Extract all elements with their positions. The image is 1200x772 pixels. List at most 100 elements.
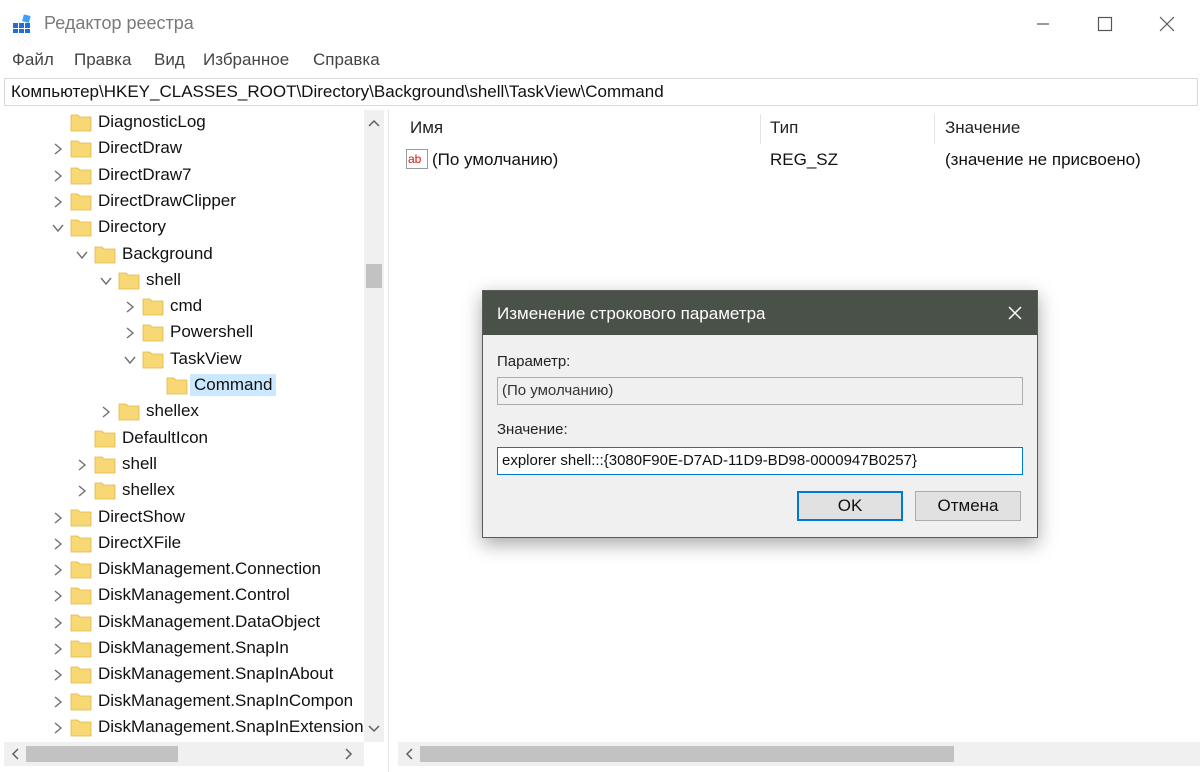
close-icon: [1159, 16, 1175, 32]
chevron-down-icon[interactable]: [124, 354, 136, 366]
scroll-down-icon[interactable]: [368, 724, 380, 734]
folder-icon: [94, 430, 116, 447]
column-type[interactable]: Тип: [770, 118, 798, 138]
tree-item[interactable]: DirectDraw7: [4, 163, 362, 189]
tree-item-label: TaskView: [170, 348, 242, 368]
chevron-right-icon[interactable]: [52, 564, 64, 576]
chevron-right-icon[interactable]: [124, 301, 136, 313]
menu-file[interactable]: Файл: [12, 50, 54, 70]
scroll-left-icon[interactable]: [404, 748, 414, 760]
chevron-down-icon[interactable]: [100, 275, 112, 287]
tree-item[interactable]: DiskManagement.Connection: [4, 557, 362, 583]
tree-item[interactable]: DirectShow: [4, 505, 362, 531]
folder-icon: [70, 693, 92, 710]
menu-bar: Файл Правка Вид Избранное Справка: [0, 48, 1200, 76]
dialog-close-button[interactable]: [999, 297, 1031, 329]
folder-icon: [142, 298, 164, 316]
column-value[interactable]: Значение: [945, 118, 1020, 138]
folder-icon: [118, 403, 140, 421]
values-horizontal-scrollbar[interactable]: [398, 742, 1200, 766]
tree-item[interactable]: Background: [4, 242, 362, 268]
tree-item[interactable]: Directory: [4, 215, 362, 241]
tree-horizontal-scrollbar[interactable]: [4, 742, 364, 766]
tree-scroll-thumb[interactable]: [366, 264, 382, 288]
chevron-down-icon[interactable]: [52, 222, 64, 234]
edit-string-dialog: Изменение строкового параметра Параметр:…: [482, 290, 1038, 538]
column-name[interactable]: Имя: [410, 118, 443, 138]
menu-help[interactable]: Справка: [313, 50, 380, 70]
cancel-button[interactable]: Отмена: [915, 491, 1021, 521]
chevron-right-icon[interactable]: [52, 143, 64, 155]
tree-hscroll-thumb[interactable]: [26, 746, 178, 762]
registry-editor-window: Редактор реестра Файл Правка Вид Избранн…: [0, 0, 1200, 772]
minimize-button[interactable]: [1012, 0, 1074, 48]
tree-item[interactable]: shell: [4, 268, 362, 294]
close-button[interactable]: [1136, 0, 1198, 48]
tree-vertical-scrollbar[interactable]: [364, 110, 384, 742]
chevron-right-icon[interactable]: [52, 538, 64, 550]
folder-icon: [70, 614, 92, 632]
chevron-right-icon[interactable]: [52, 722, 64, 734]
tree-item[interactable]: DiskManagement.Control: [4, 583, 362, 609]
scroll-left-icon[interactable]: [10, 748, 20, 760]
tree-item[interactable]: DefaultIcon: [4, 426, 362, 452]
chevron-right-icon[interactable]: [76, 485, 88, 497]
menu-edit[interactable]: Правка: [74, 50, 131, 70]
chevron-right-icon[interactable]: [52, 196, 64, 208]
chevron-right-icon[interactable]: [52, 511, 64, 524]
address-bar[interactable]: Компьютер\HKEY_CLASSES_ROOT\Directory\Ba…: [4, 78, 1198, 106]
value-data-input[interactable]: explorer shell:::{3080F90E-D7AD-11D9-BD9…: [497, 447, 1023, 475]
tree-item-label: DiskManagement.DataObject: [98, 611, 321, 631]
tree-item-label: Background: [122, 243, 213, 263]
folder-icon: [142, 324, 164, 342]
tree-item[interactable]: DiskManagement.DataObject: [4, 610, 362, 636]
tree-item[interactable]: DirectDrawClipper: [4, 189, 362, 215]
chevron-right-icon[interactable]: [52, 696, 64, 708]
tree-item[interactable]: DiskManagement.SnapInCompon: [4, 689, 362, 715]
tree-item[interactable]: shellex: [4, 399, 362, 425]
value-name: (По умолчанию): [432, 150, 559, 169]
tree-item[interactable]: DirectXFile: [4, 531, 362, 557]
folder-icon: [94, 482, 116, 500]
menu-favorites[interactable]: Избранное: [203, 50, 289, 70]
scroll-up-icon[interactable]: [368, 118, 380, 128]
scroll-right-icon[interactable]: [344, 748, 354, 760]
menu-view[interactable]: Вид: [154, 50, 185, 70]
chevron-down-icon[interactable]: [76, 249, 88, 261]
chevron-right-icon[interactable]: [100, 406, 112, 418]
regedit-app-icon: [13, 14, 31, 33]
values-hscroll-thumb[interactable]: [420, 746, 954, 762]
tree-item[interactable]: Powershell: [4, 320, 362, 346]
chevron-right-icon[interactable]: [52, 669, 64, 681]
tree-item[interactable]: Command: [4, 373, 362, 399]
value-label: Значение:: [497, 421, 568, 438]
chevron-right-icon[interactable]: [124, 327, 136, 339]
chevron-right-icon[interactable]: [52, 170, 64, 182]
tree-item[interactable]: DiagnosticLog: [4, 110, 362, 136]
folder-icon: [94, 246, 116, 263]
title-bar[interactable]: Редактор реестра: [0, 0, 1200, 48]
tree-item[interactable]: DiskManagement.SnapInAbout: [4, 662, 362, 688]
column-divider[interactable]: [934, 114, 935, 144]
chevron-right-icon[interactable]: [52, 617, 64, 629]
folder-icon: [94, 456, 116, 474]
chevron-right-icon[interactable]: [52, 590, 64, 602]
ok-button[interactable]: OK: [797, 491, 903, 521]
value-type: REG_SZ: [770, 150, 839, 169]
value-row[interactable]: ab (По умолчанию) REG_SZ (значение не пр…: [398, 148, 1188, 172]
tree-item[interactable]: DiskManagement.SnapInExtension: [4, 715, 364, 741]
tree-item-label: shellex: [146, 401, 199, 421]
folder-icon: [70, 535, 92, 553]
tree-item[interactable]: DiskManagement.SnapIn: [4, 636, 362, 662]
maximize-button[interactable]: [1074, 0, 1136, 48]
tree-item[interactable]: DirectDraw: [4, 136, 362, 162]
dialog-title-bar[interactable]: Изменение строкового параметра: [483, 291, 1037, 335]
tree-item-label: DiskManagement.Control: [98, 585, 290, 605]
tree-item[interactable]: shellex: [4, 478, 362, 504]
tree-item[interactable]: shell: [4, 452, 362, 478]
tree-item[interactable]: TaskView: [4, 347, 362, 373]
chevron-right-icon[interactable]: [52, 643, 64, 655]
tree-item[interactable]: cmd: [4, 294, 362, 320]
chevron-right-icon[interactable]: [76, 459, 88, 471]
column-divider[interactable]: [760, 114, 761, 144]
